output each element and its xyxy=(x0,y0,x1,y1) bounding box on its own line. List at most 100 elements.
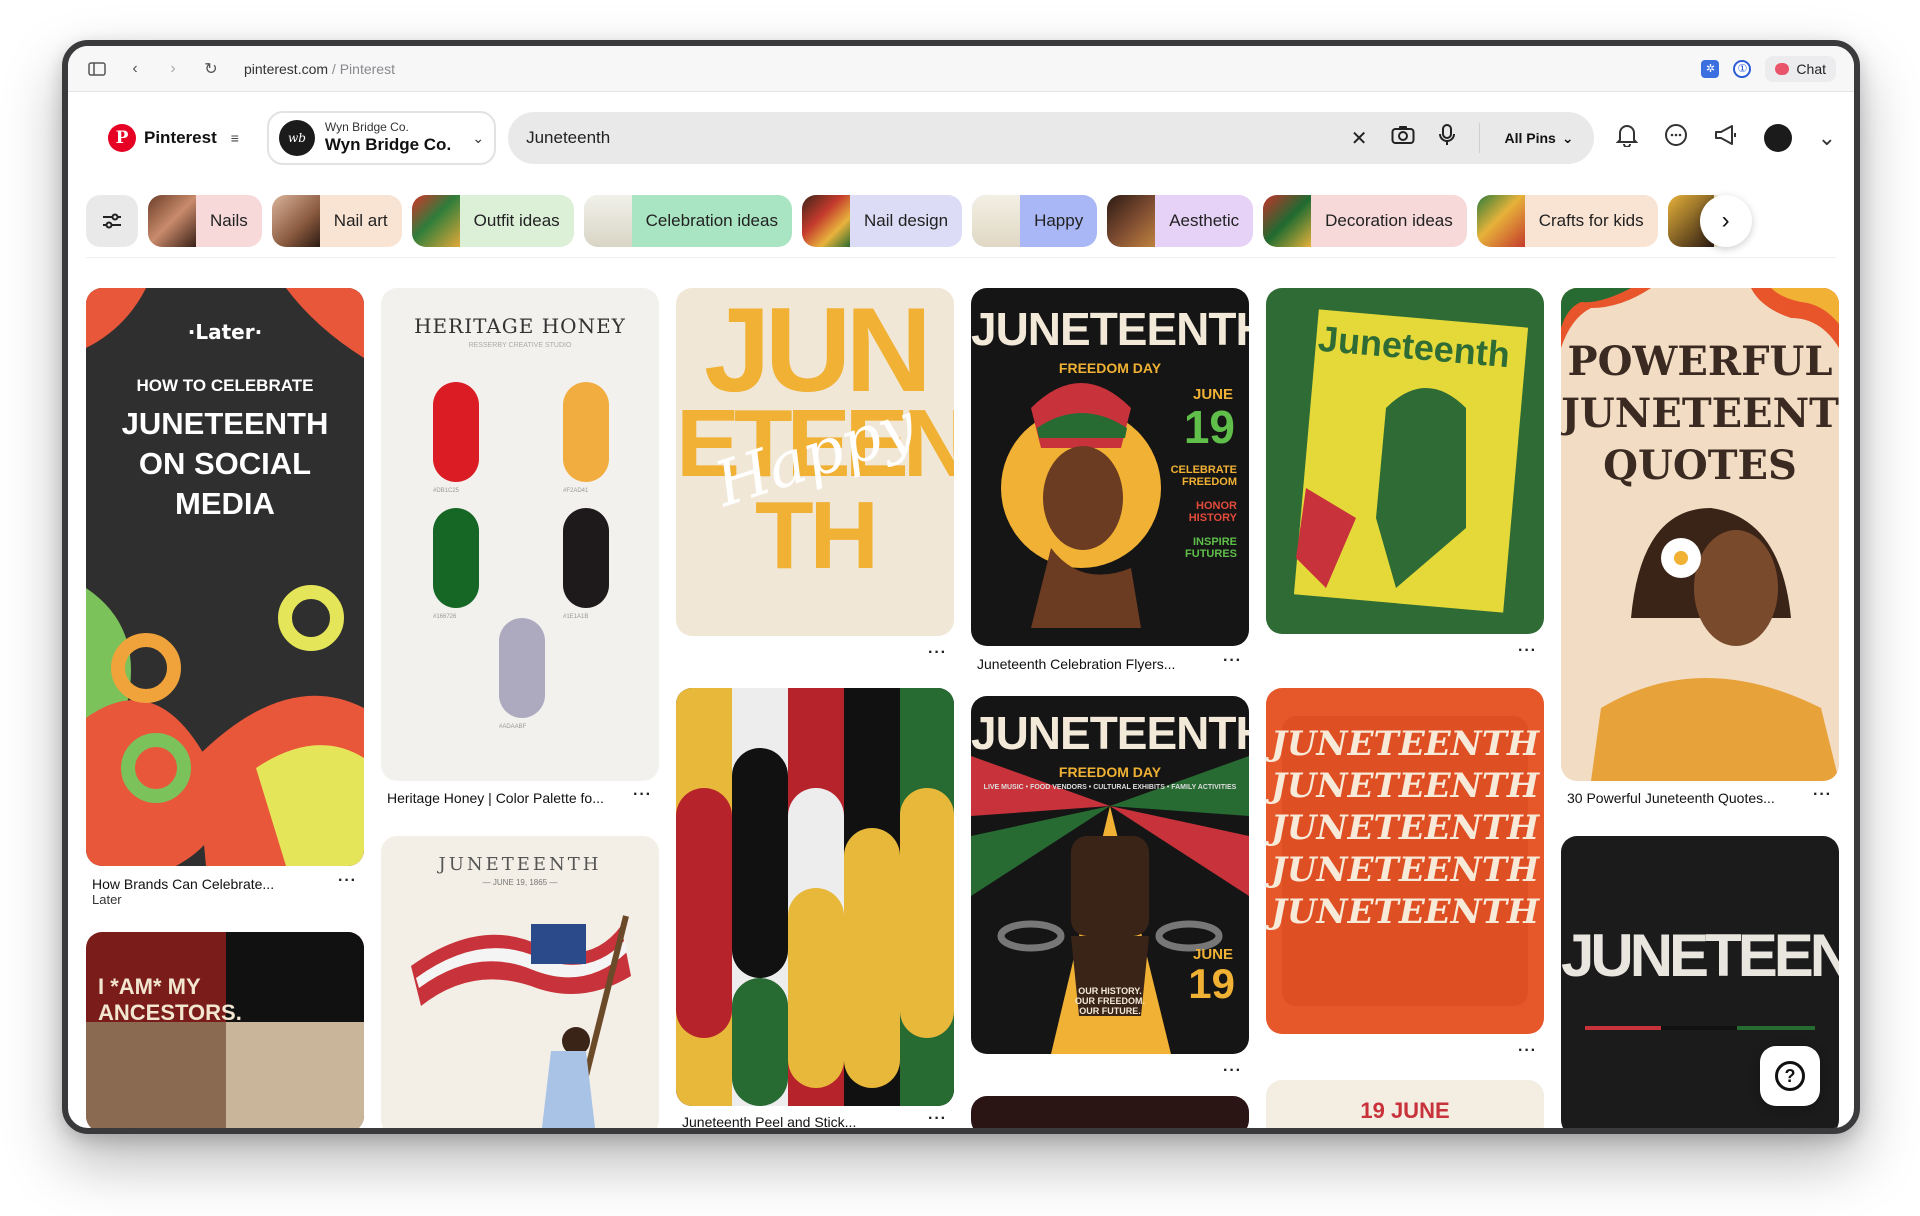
search-input[interactable]: Juneteenth xyxy=(526,128,610,148)
pin-card[interactable]: I *AM* MY ANCESTORS. xyxy=(86,932,364,1128)
pin-caption[interactable]: How Brands Can Celebrate... Later xyxy=(86,876,364,907)
extension-gear-icon[interactable]: ✲ xyxy=(1701,59,1720,78)
more-options-icon[interactable]: ··· xyxy=(1813,786,1832,804)
pin-card[interactable]: Juneteenth xyxy=(1266,288,1544,634)
pin-card[interactable]: JUNETEENTH JUNETEENTH JUNETEENTH JUNETEE… xyxy=(1266,688,1544,1034)
account-avatar: wb xyxy=(278,120,315,156)
pin-day: 19 xyxy=(1188,960,1235,1007)
pin-text: INSPIRE FUTURES xyxy=(1185,536,1237,560)
messages-icon[interactable] xyxy=(1664,123,1688,153)
chevron-down-icon[interactable]: ⌄ xyxy=(1818,125,1836,151)
more-options-icon[interactable]: ··· xyxy=(1223,652,1242,670)
chip-thumbnail xyxy=(148,194,196,247)
chat-label: Chat xyxy=(1796,60,1826,77)
chip-label: Happy xyxy=(1034,210,1084,230)
sidebar-toggle-icon[interactable] xyxy=(86,58,108,80)
hamburger-menu-icon[interactable]: ≡ xyxy=(231,130,239,146)
pin-day: 19 xyxy=(1183,401,1235,453)
chip-aesthetic[interactable]: Aesthetic xyxy=(1107,194,1254,247)
chat-button[interactable]: Chat xyxy=(1765,55,1836,82)
pin-headline: JUNETEENTH xyxy=(1270,808,1540,848)
pin-headline: MEDIA xyxy=(175,486,275,521)
chip-thumbnail xyxy=(1476,194,1525,247)
pin-caption[interactable]: 30 Powerful Juneteenth Quotes... xyxy=(1561,790,1839,806)
chevron-right-icon[interactable]: › xyxy=(1699,194,1752,247)
pin-headline: QUOTES xyxy=(1603,442,1797,489)
flag-stripe xyxy=(1585,1026,1815,1030)
pin-card[interactable] xyxy=(971,1096,1249,1128)
more-options-icon[interactable]: ··· xyxy=(1518,1042,1537,1060)
chip-happy[interactable]: Happy xyxy=(972,194,1098,247)
notifications-bell-icon[interactable] xyxy=(1615,123,1638,153)
home-link[interactable]: P Pinterest ≡ xyxy=(108,124,239,152)
more-options-icon[interactable]: ··· xyxy=(338,872,357,890)
help-button[interactable]: ? xyxy=(1760,1046,1820,1106)
pin-text: OUR HISTORY. OUR FREEDOM. OUR FUTURE. xyxy=(1075,986,1146,1016)
chip-nails[interactable]: Nails xyxy=(148,194,262,247)
more-options-icon[interactable]: ··· xyxy=(928,644,947,662)
pin-headline: JUNETEENTH xyxy=(1270,724,1540,764)
chip-thumbnail xyxy=(972,194,1021,247)
forward-icon[interactable]: › xyxy=(162,58,184,80)
search-scope-dropdown[interactable]: All Pins ⌄ xyxy=(1504,130,1583,147)
browser-window: ‹ › ↻ pinterest.com / Pinterest ✲ ① Chat… xyxy=(62,40,1860,1134)
profile-avatar[interactable] xyxy=(1763,124,1792,152)
chat-bubble-icon xyxy=(1775,62,1790,75)
search-divider xyxy=(1479,123,1481,153)
pin-headline: JUNETEENTH xyxy=(121,406,329,441)
megaphone-icon[interactable] xyxy=(1714,124,1738,152)
pin-caption[interactable]: Heritage Honey | Color Palette fo... xyxy=(381,790,659,806)
pin-source: Later xyxy=(92,892,122,907)
search-bar[interactable]: Juneteenth ✕ All Pins ⌄ xyxy=(508,112,1594,164)
guided-search-chips: Nails Nail art Outfit ideas Celebration … xyxy=(86,184,1836,258)
pin-subtitle: LIVE MUSIC • FOOD VENDORS • CULTURAL EXH… xyxy=(983,784,1237,791)
pin-card[interactable] xyxy=(676,688,954,1106)
more-options-icon[interactable]: ··· xyxy=(633,786,652,804)
pin-card[interactable]: 19 JUNE xyxy=(1266,1080,1544,1128)
url-domain: pinterest.com xyxy=(244,60,329,77)
flag-illustration xyxy=(411,915,631,1128)
chip-label: Crafts for kids xyxy=(1538,210,1644,230)
pin-headline: JUNETEENTH xyxy=(1270,892,1540,932)
pin-card[interactable]: ·Later· HOW TO CELEBRATE JUNETEENTH ON S… xyxy=(86,288,364,866)
reload-icon[interactable]: ↻ xyxy=(200,58,222,80)
back-icon[interactable]: ‹ xyxy=(124,58,146,80)
chip-decoration-ideas[interactable]: Decoration ideas xyxy=(1263,194,1467,247)
microphone-icon[interactable] xyxy=(1439,124,1456,152)
account-switcher[interactable]: wb Wyn Bridge Co. Wyn Bridge Co. ⌄ xyxy=(266,111,497,165)
pin-card[interactable]: JUN ETEEN TH Happy xyxy=(676,288,954,636)
chip-crafts-for-kids[interactable]: Crafts for kids xyxy=(1476,194,1658,247)
url-separator: / xyxy=(328,60,340,77)
pin-card[interactable]: JUNETEENTH FREEDOM DAY JUNE 19 CELEBRATE… xyxy=(971,288,1249,646)
pin-caption[interactable]: Juneteenth Celebration Flyers... xyxy=(971,656,1249,672)
more-options-icon[interactable]: ··· xyxy=(1518,642,1537,660)
camera-search-icon[interactable] xyxy=(1391,125,1415,151)
pin-headline: JUNETEENTH xyxy=(1561,390,1839,437)
swatch-hex: #F2AD41 xyxy=(563,488,589,494)
filter-icon[interactable] xyxy=(86,194,138,247)
more-options-icon[interactable]: ··· xyxy=(1223,1062,1242,1080)
pin-card[interactable]: POWERFUL JUNETEENTH QUOTES xyxy=(1561,288,1839,781)
chip-label: Nail art xyxy=(333,210,388,230)
password-manager-icon[interactable]: ① xyxy=(1733,59,1752,78)
chip-thumbnail xyxy=(271,194,320,247)
chip-celebration-ideas[interactable]: Celebration ideas xyxy=(583,194,792,247)
chip-thumbnail xyxy=(801,194,850,247)
pin-artwork xyxy=(86,932,364,1128)
pin-text: CELEBRATE FREEDOM xyxy=(1170,464,1237,488)
url-title: Pinterest xyxy=(339,60,395,77)
pin-artwork xyxy=(86,288,364,866)
geometric-pattern xyxy=(676,688,954,1106)
clear-search-icon[interactable]: ✕ xyxy=(1351,126,1368,151)
search-scope-label: All Pins xyxy=(1504,130,1556,146)
chip-nail-design[interactable]: Nail design xyxy=(801,194,963,247)
pin-caption[interactable]: Juneteenth Peel and Stick... xyxy=(676,1114,954,1128)
more-options-icon[interactable]: ··· xyxy=(928,1110,947,1128)
chip-outfit-ideas[interactable]: Outfit ideas xyxy=(411,194,574,247)
pin-band: FREEDOM DAY xyxy=(1058,764,1162,780)
chip-nail-art[interactable]: Nail art xyxy=(271,194,402,247)
address-bar[interactable]: pinterest.com / Pinterest xyxy=(244,61,395,77)
pin-card[interactable]: JUNETEENTH FREEDOM DAY LIVE MUSIC • FOOD… xyxy=(971,696,1249,1054)
pin-card[interactable]: HERITAGE HONEY RESSERBY CREATIVE STUDIO … xyxy=(381,288,659,781)
pin-card[interactable]: JUNETEENTH — JUNE 19, 1865 — xyxy=(381,836,659,1128)
